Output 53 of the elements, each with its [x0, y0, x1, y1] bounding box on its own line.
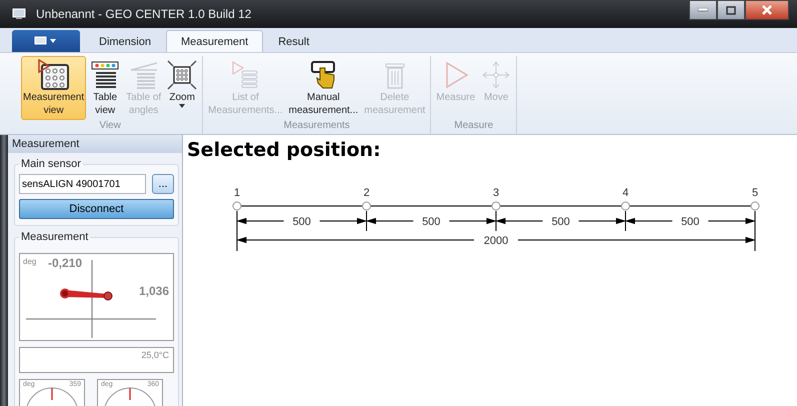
move-icon [481, 60, 512, 90]
dimension-value: 500 [292, 216, 311, 228]
section-heading: Selected position: [187, 139, 381, 161]
browse-button[interactable]: ... [152, 174, 174, 194]
window-title: Unbenannt - GEO CENTER 1.0 Build 12 [36, 7, 252, 21]
position-point [621, 202, 630, 210]
group-label: Measurements [282, 120, 351, 133]
ribbon-button[interactable]: Measurement view [21, 56, 86, 120]
angle-table-icon [128, 60, 159, 90]
zoom-icon [167, 60, 198, 90]
close-icon [762, 5, 772, 15]
point-label: 4 [622, 187, 629, 199]
close-button[interactable] [745, 0, 789, 20]
point-label: 5 [752, 187, 758, 199]
disconnect-button[interactable]: Disconnect [19, 199, 174, 219]
dimension-value: 2000 [484, 235, 508, 247]
position-point [232, 202, 242, 210]
table-icon [90, 60, 120, 90]
app-menu-button[interactable] [12, 30, 80, 52]
app-icon [12, 8, 26, 20]
list-icon [230, 60, 260, 90]
alignment-indicator [60, 288, 112, 300]
position-point [362, 202, 371, 210]
ribbon-button[interactable]: Manual measurement... [286, 56, 360, 120]
sensor-field[interactable]: sensALIGN 49001701 [19, 174, 146, 194]
position-point [750, 202, 760, 210]
minimize-icon [698, 8, 708, 12]
group-label: Measure [453, 120, 494, 133]
monitor-icon [34, 36, 58, 46]
point-label: 2 [363, 187, 370, 199]
point-label: 3 [492, 187, 500, 199]
horizontal-value: 1,036 [138, 284, 169, 298]
dimension-value: 500 [422, 216, 440, 228]
ribbon-tab[interactable]: Result [263, 30, 324, 52]
grid-icon [36, 59, 71, 91]
dimension-value: 500 [681, 216, 700, 228]
temperature-value: 25,0°C [141, 350, 169, 360]
position-point [492, 202, 500, 210]
point-label: 1 [234, 187, 240, 199]
panel-header: Measurement [8, 135, 182, 153]
minimize-button[interactable] [689, 0, 717, 20]
ribbon-tab[interactable]: Dimension [84, 30, 166, 52]
vertical-value: -0,210 [48, 256, 82, 270]
dimension-value: 500 [552, 216, 570, 228]
ribbon-tab[interactable]: Measurement [166, 30, 264, 52]
group-label: View [98, 120, 122, 133]
ribbon-button[interactable]: Table view [88, 56, 122, 120]
unit-label: deg [23, 257, 36, 266]
group-label: Measurement [20, 231, 90, 243]
maximize-button[interactable] [717, 0, 745, 20]
maximize-icon [726, 6, 736, 14]
group-label: Main sensor [20, 158, 82, 170]
ribbon-button[interactable]: Zoom [165, 56, 200, 120]
